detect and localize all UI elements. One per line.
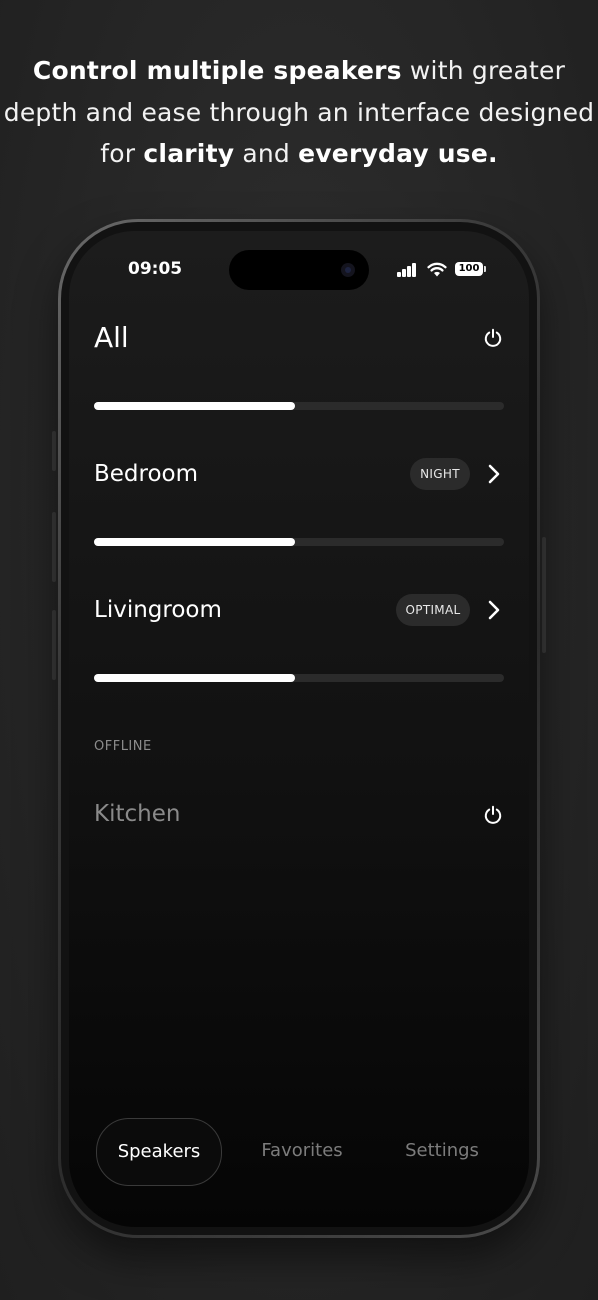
wifi-icon (427, 262, 447, 277)
volume-slider-fill (94, 402, 295, 410)
speaker-livingroom-title[interactable]: Livingroom (94, 597, 222, 623)
volume-slider-all[interactable] (94, 402, 504, 410)
volume-slider-livingroom[interactable] (94, 674, 504, 682)
action-button (52, 431, 56, 471)
tab-favorites[interactable]: Favorites (247, 1118, 357, 1184)
mode-badge-night[interactable]: NIGHT (410, 458, 470, 490)
volume-down-button (52, 610, 56, 680)
mode-badge-optimal[interactable]: OPTIMAL (396, 594, 470, 626)
volume-up-button (52, 512, 56, 582)
headline-bold-3: clarity (143, 139, 235, 168)
volume-slider-fill (94, 674, 295, 682)
speaker-kitchen-title: Kitchen (94, 801, 181, 827)
battery-indicator: 100 (455, 262, 486, 276)
front-camera-icon (341, 263, 355, 277)
phone-screen: 09:05 100 All Bedroom NIGHT Livingroom O… (69, 231, 529, 1227)
status-time: 09:05 (128, 259, 183, 279)
speaker-bedroom-title[interactable]: Bedroom (94, 461, 198, 487)
headline-bold-5: everyday use. (298, 139, 498, 168)
power-icon[interactable] (483, 805, 503, 825)
headline-text-4: and (234, 139, 299, 168)
power-icon[interactable] (483, 328, 503, 348)
cellular-signal-icon (397, 263, 417, 277)
offline-section-label: OFFLINE (94, 739, 152, 754)
volume-slider-bedroom[interactable] (94, 538, 504, 546)
group-all-title: All (94, 321, 129, 354)
chevron-right-icon[interactable] (487, 600, 501, 620)
chevron-right-icon[interactable] (487, 464, 501, 484)
headline-bold-1: Control multiple speakers (32, 56, 402, 85)
marketing-headline: Control multiple speakers with greater d… (0, 50, 598, 175)
power-button (542, 537, 546, 653)
bottom-tab-bar: Speakers Favorites Settings (69, 1118, 529, 1188)
tab-settings[interactable]: Settings (387, 1118, 497, 1184)
dynamic-island (229, 250, 369, 290)
volume-slider-fill (94, 538, 295, 546)
tab-speakers[interactable]: Speakers (96, 1118, 222, 1186)
